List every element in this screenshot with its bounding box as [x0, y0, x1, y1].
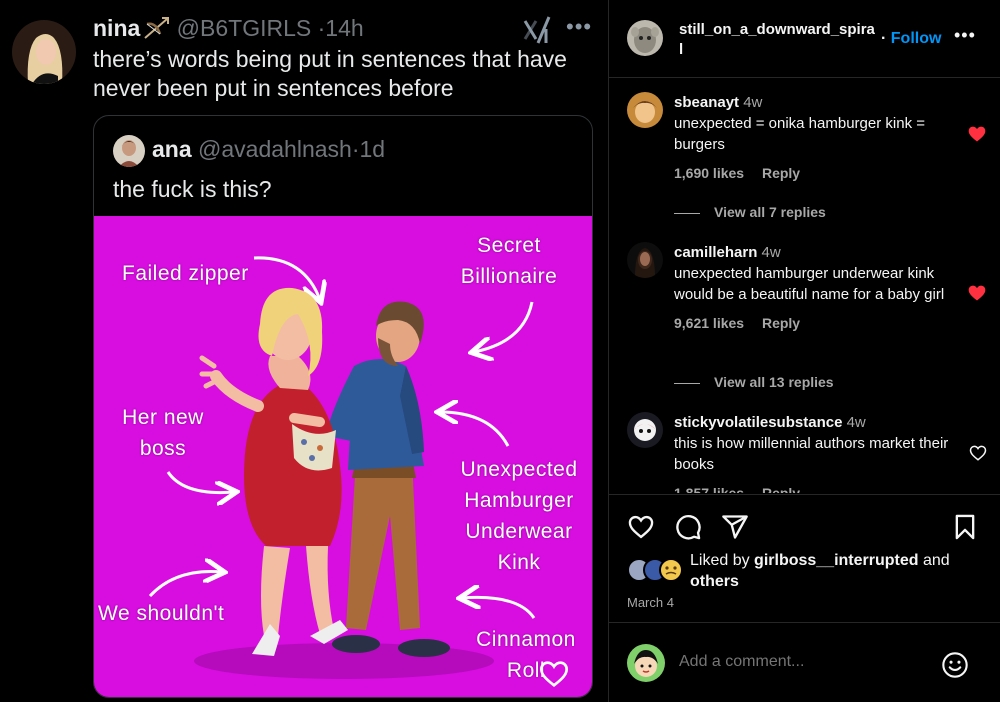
post-date[interactable]: March 4 — [627, 595, 674, 610]
liked-by-text: Liked by girlboss__interrupted and other… — [690, 550, 990, 592]
label-her-new-boss: Her new boss — [108, 402, 218, 464]
like-heart-icon[interactable] — [627, 513, 655, 541]
tweet-author-name[interactable]: nina — [93, 15, 140, 41]
dot: · — [881, 30, 891, 47]
view-replies-button[interactable]: View all 7 replies — [674, 204, 826, 220]
quote-header: ana @avadahlnash·1d — [152, 136, 385, 163]
liked-by-others[interactable]: others — [690, 573, 739, 590]
comment-time[interactable]: 4w — [762, 244, 781, 261]
comment-likes[interactable]: 9,621 likes — [674, 315, 744, 331]
comment-username[interactable]: camilleharn — [674, 244, 757, 261]
label-cinnamon-roll: Cinnamon Roll — [458, 624, 592, 686]
liked-by-avatars — [627, 558, 683, 582]
comment-avatar[interactable] — [627, 412, 663, 448]
comment-icon[interactable] — [674, 513, 702, 541]
comment-avatar[interactable] — [627, 242, 663, 278]
comment-text: this is how millennial authors market th… — [674, 435, 949, 473]
post-header: still_on_a_downward_spiral · Follow ••• — [609, 0, 1000, 78]
comment-likes[interactable]: 1,690 likes — [674, 165, 744, 181]
heart-icon[interactable] — [967, 124, 987, 144]
heart-icon[interactable] — [969, 444, 987, 462]
label-line: Hamburger — [464, 489, 574, 512]
comment-meta: 1,690 likes Reply — [674, 163, 954, 184]
bow-arrow-icon — [142, 16, 170, 40]
quoted-tweet[interactable]: ana @avadahlnash·1d the fuck is this? Fa… — [93, 115, 593, 698]
quote-author-handle[interactable]: @avadahlnash — [198, 136, 352, 162]
comment-username[interactable]: sbeanayt — [674, 94, 739, 111]
liked-by-prefix: Liked by — [690, 552, 750, 569]
comment-text: unexpected hamburger underwear kink woul… — [674, 265, 945, 303]
tweet-author-handle[interactable]: @B6TGIRLS — [177, 15, 312, 41]
add-comment-input[interactable] — [679, 653, 919, 671]
meme-image[interactable]: Failed zipper Secret Billionaire Her new… — [94, 216, 592, 697]
comment-body: sbeanayt 4w unexpected = onika hamburger… — [674, 92, 954, 184]
post-actions: Liked by girlboss__interrupted and other… — [609, 494, 1000, 622]
quote-author-name[interactable]: ana — [152, 136, 192, 162]
label-line: Cinnamon — [476, 628, 576, 651]
follow-label: Follow — [890, 30, 942, 47]
tweet-text: there’s words being put in sentences tha… — [93, 46, 567, 101]
label-line: Billionaire — [460, 265, 558, 288]
label-line: boss — [139, 437, 187, 460]
add-comment-bar — [609, 622, 1000, 702]
instagram-panel: still_on_a_downward_spiral · Follow ••• … — [608, 0, 1000, 702]
comment-body: stickyvolatilesubstance 4w this is how m… — [674, 412, 954, 493]
more-icon[interactable]: ••• — [954, 25, 976, 46]
label-line: Roll — [506, 659, 546, 682]
comment-body: camilleharn 4w unexpected hamburger unde… — [674, 242, 954, 334]
label-line: Underwear — [465, 520, 573, 543]
comment-time[interactable]: 4w — [743, 94, 762, 111]
label-line: Kink — [497, 551, 541, 574]
heart-overlay-icon[interactable] — [538, 658, 570, 690]
comment-text: unexpected = onika hamburger kink = burg… — [674, 115, 925, 153]
liked-by-user[interactable]: girlboss__interrupted — [754, 552, 918, 569]
label-unexpected-hamburger: Unexpected Hamburger Underwear Kink — [444, 454, 592, 578]
tweet-time[interactable]: 14h — [325, 15, 363, 41]
label-failed-zipper: Failed zipper — [122, 262, 249, 285]
bookmark-icon[interactable] — [951, 513, 979, 541]
quote-author-avatar[interactable] — [113, 135, 145, 167]
reply-button[interactable]: Reply — [762, 315, 800, 331]
heart-icon[interactable] — [967, 283, 987, 303]
label-line: Secret — [477, 234, 541, 257]
follow-button[interactable]: · Follow — [881, 30, 941, 48]
comment-avatar[interactable] — [627, 92, 663, 128]
label-line: Her new — [122, 406, 204, 429]
comment-likes[interactable]: 1,857 likes — [674, 485, 744, 493]
separator-dot: · — [351, 136, 360, 162]
xai-grok-icon[interactable] — [522, 15, 552, 45]
comment-time[interactable]: 4w — [847, 414, 866, 431]
emoji-icon[interactable] — [941, 651, 969, 679]
view-replies-button[interactable]: View all 13 replies — [674, 374, 834, 390]
liked-by-and: and — [922, 552, 950, 569]
quote-time[interactable]: 1d — [360, 136, 386, 162]
quote-text: the fuck is this? — [113, 176, 272, 202]
tweet-panel: nina @B6TGIRLS ·14h ••• there’s words be… — [0, 0, 607, 702]
reply-button[interactable]: Reply — [762, 485, 800, 493]
label-secret-billionaire: Secret Billionaire — [444, 230, 574, 292]
tweet-author-avatar[interactable] — [12, 20, 76, 84]
comment-meta: 9,621 likes Reply — [674, 313, 954, 334]
label-line: Unexpected — [460, 458, 578, 481]
tweet-header: nina @B6TGIRLS ·14h — [93, 15, 364, 42]
share-icon[interactable] — [721, 513, 749, 541]
comment-username[interactable]: stickyvolatilesubstance — [674, 414, 842, 431]
label-we-shouldnt: We shouldn't — [98, 602, 225, 625]
comment-meta: 1,857 likes Reply — [674, 483, 954, 493]
poster-avatar[interactable] — [627, 20, 663, 56]
poster-username[interactable]: still_on_a_downward_spiral — [679, 20, 879, 60]
comments-list[interactable]: sbeanayt 4w unexpected = onika hamburger… — [609, 79, 1000, 493]
tweet-more-icon[interactable]: ••• — [566, 14, 592, 40]
reply-button[interactable]: Reply — [762, 165, 800, 181]
current-user-avatar[interactable] — [627, 644, 665, 682]
